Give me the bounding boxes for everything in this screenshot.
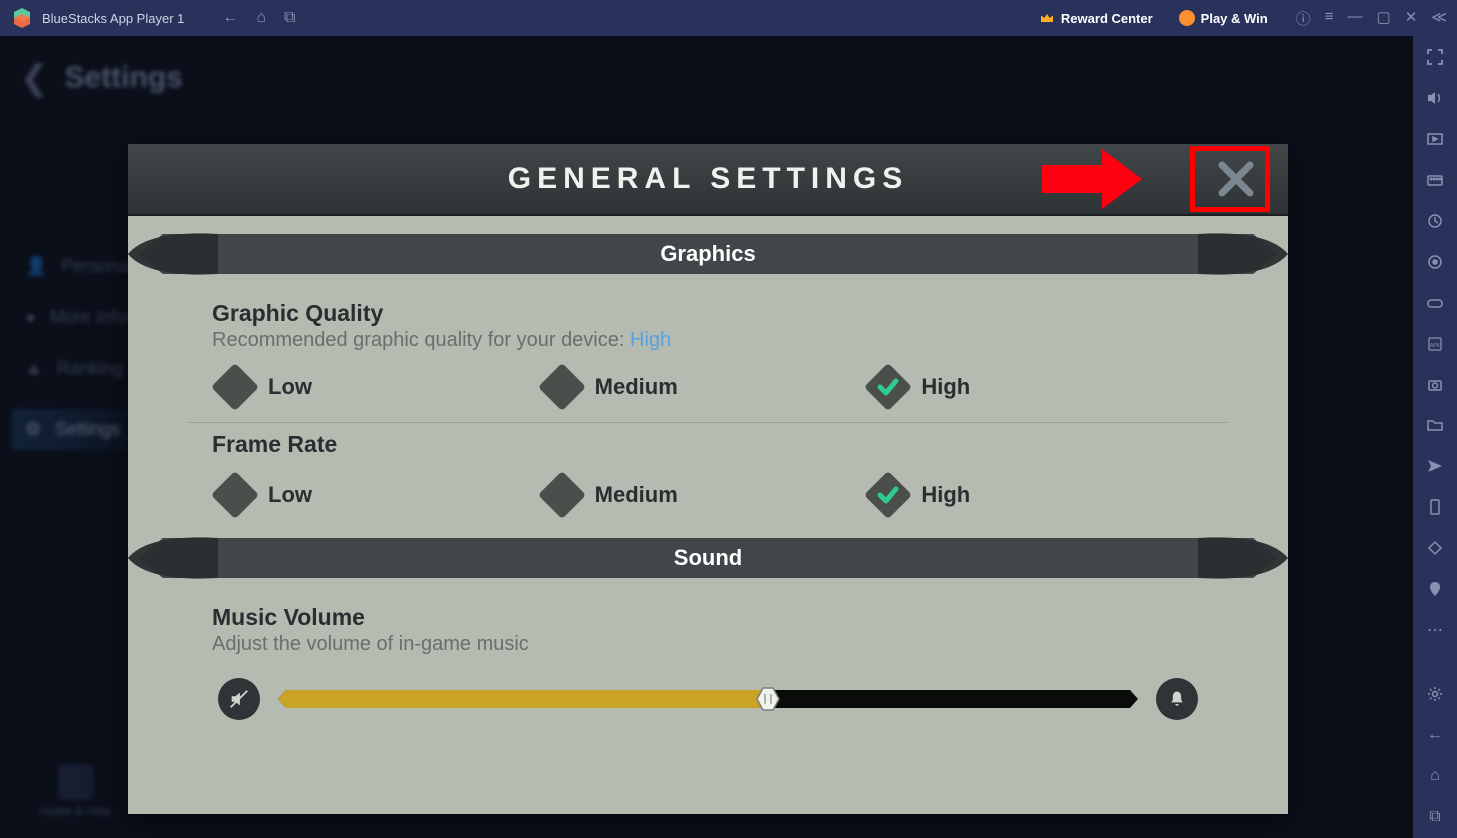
modal-close-button[interactable] bbox=[1212, 155, 1260, 203]
radio-unchecked-icon bbox=[211, 363, 259, 411]
frame-rate-title: Frame Rate bbox=[212, 431, 1204, 458]
frame-rate-low-option[interactable]: Low bbox=[218, 478, 545, 512]
mute-button[interactable] bbox=[218, 678, 260, 720]
nav-recents-icon[interactable]: ⧉ bbox=[1423, 807, 1447, 826]
mute-icon bbox=[228, 688, 250, 710]
radio-label: High bbox=[921, 374, 970, 400]
music-volume-desc: Adjust the volume of in-game music bbox=[212, 633, 1204, 656]
graphic-quality-title: Graphic Quality bbox=[212, 300, 1204, 327]
radio-label: Low bbox=[268, 482, 312, 508]
section-graphics-label: Graphics bbox=[128, 241, 1288, 267]
section-graphics-header: Graphics bbox=[128, 234, 1288, 274]
radio-checked-icon bbox=[864, 363, 912, 411]
modal-title: GENERAL SETTINGS bbox=[508, 162, 908, 196]
modal-header: GENERAL SETTINGS bbox=[128, 144, 1288, 216]
apk-icon[interactable]: APK bbox=[1423, 334, 1447, 353]
play-win-button[interactable]: Play & Win bbox=[1171, 6, 1276, 30]
controller-icon[interactable] bbox=[1423, 293, 1447, 312]
crown-icon bbox=[1039, 10, 1055, 26]
play-win-label: Play & Win bbox=[1201, 11, 1268, 26]
annotation-arrow-icon bbox=[1042, 147, 1142, 211]
graphic-quality-desc: Recommended graphic quality for your dev… bbox=[212, 329, 1204, 352]
eco-mode-icon[interactable] bbox=[1423, 130, 1447, 149]
nav-back-icon[interactable]: ← bbox=[1423, 725, 1447, 744]
home-icon[interactable]: ⌂ bbox=[256, 9, 266, 27]
graphic-quality-medium-option[interactable]: Medium bbox=[545, 370, 872, 404]
back-icon[interactable]: ← bbox=[222, 9, 238, 27]
radio-unchecked-icon bbox=[538, 471, 586, 519]
radio-unchecked-icon bbox=[211, 471, 259, 519]
radio-unchecked-icon bbox=[538, 363, 586, 411]
reward-center-button[interactable]: Reward Center bbox=[1031, 6, 1161, 30]
airplane-icon[interactable] bbox=[1423, 457, 1447, 476]
section-sound-header: Sound bbox=[128, 538, 1288, 578]
more-icon[interactable]: ⋯ bbox=[1423, 620, 1447, 640]
right-toolbar: APK ⋯ ← ⌂ ⧉ bbox=[1413, 36, 1457, 838]
general-settings-modal: GENERAL SETTINGS bbox=[128, 144, 1288, 814]
settings-icon[interactable] bbox=[1423, 684, 1447, 703]
bg-guide-help: Guide & Help bbox=[40, 764, 111, 818]
frame-rate-high-option[interactable]: High bbox=[871, 478, 1198, 512]
music-volume-title: Music Volume bbox=[212, 604, 1204, 631]
bg-settings-title: Settings bbox=[65, 61, 183, 95]
collapse-icon[interactable]: ≪ bbox=[1431, 8, 1447, 29]
game-area: ❮ Settings 👤Personal info ●More Informat… bbox=[0, 36, 1413, 838]
slider-thumb-icon[interactable] bbox=[753, 686, 783, 712]
frame-rate-medium-option[interactable]: Medium bbox=[545, 478, 872, 512]
graphic-quality-low-option[interactable]: Low bbox=[218, 370, 545, 404]
recents-icon[interactable]: ⧉ bbox=[284, 9, 295, 27]
bg-back-icon: ❮ bbox=[20, 58, 49, 98]
radio-label: High bbox=[921, 482, 970, 508]
menu-icon[interactable]: ≡ bbox=[1325, 8, 1334, 29]
folder-icon[interactable] bbox=[1423, 416, 1447, 435]
titlebar: BlueStacks App Player 1 ← ⌂ ⧉ Reward Cen… bbox=[0, 0, 1457, 36]
bluestacks-logo-icon bbox=[10, 6, 34, 30]
radio-label: Low bbox=[268, 374, 312, 400]
rotate-icon[interactable] bbox=[1423, 539, 1447, 558]
keymap-icon[interactable] bbox=[1423, 171, 1447, 190]
volume-icon[interactable] bbox=[1423, 89, 1447, 108]
close-icon bbox=[1218, 161, 1254, 197]
reward-center-label: Reward Center bbox=[1061, 11, 1153, 26]
nav-home-icon[interactable]: ⌂ bbox=[1423, 766, 1447, 785]
help-icon[interactable]: ⓘ bbox=[1296, 8, 1311, 29]
phone-icon[interactable] bbox=[1423, 498, 1447, 517]
graphic-quality-high-option[interactable]: High bbox=[871, 370, 1198, 404]
radio-label: Medium bbox=[595, 482, 678, 508]
app-title: BlueStacks App Player 1 bbox=[42, 11, 184, 26]
location-icon[interactable] bbox=[1423, 252, 1447, 271]
pin-icon[interactable] bbox=[1423, 580, 1447, 599]
section-sound-label: Sound bbox=[128, 545, 1288, 571]
close-button[interactable]: ✕ bbox=[1405, 8, 1418, 29]
fullscreen-icon[interactable] bbox=[1423, 48, 1447, 67]
max-volume-button[interactable] bbox=[1156, 678, 1198, 720]
minimize-button[interactable]: — bbox=[1348, 8, 1363, 29]
music-volume-slider[interactable] bbox=[278, 690, 1138, 708]
radio-checked-icon bbox=[864, 471, 912, 519]
bell-icon bbox=[1167, 689, 1187, 709]
radio-label: Medium bbox=[595, 374, 678, 400]
maximize-button[interactable]: ▢ bbox=[1377, 8, 1391, 29]
coin-icon bbox=[1179, 10, 1195, 26]
svg-text:APK: APK bbox=[1430, 343, 1441, 349]
sync-icon[interactable] bbox=[1423, 212, 1447, 231]
screenshot-icon[interactable] bbox=[1423, 375, 1447, 394]
